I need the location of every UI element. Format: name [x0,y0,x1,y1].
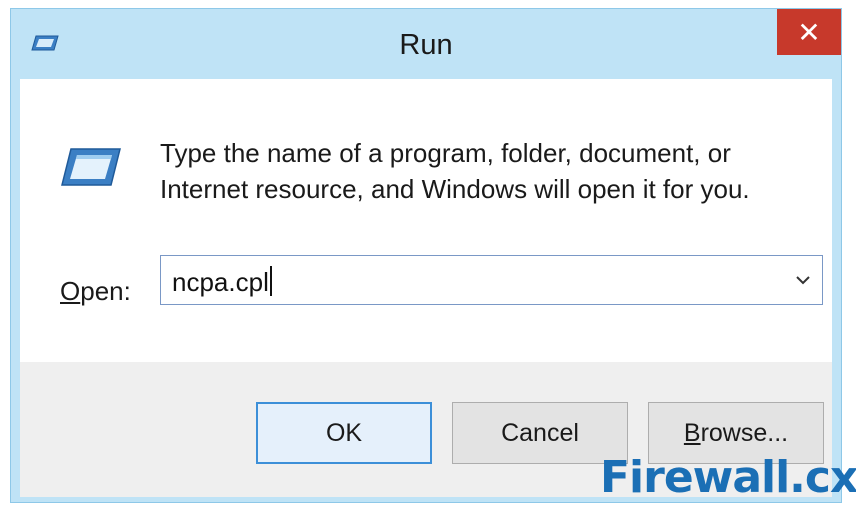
browse-label-rest: rowse... [700,418,789,447]
chevron-down-icon[interactable] [794,271,812,289]
open-combobox[interactable]: ncpa.cpl [160,255,823,305]
instruction-line-2: Internet resource, and Windows will open… [160,174,750,204]
instruction-text: Type the name of a program, folder, docu… [160,135,800,207]
open-input[interactable]: ncpa.cpl [172,266,272,298]
run-dialog-window: Run ✕ Type the name of a program, folder… [10,8,842,503]
dialog-client-area: Type the name of a program, folder, docu… [20,79,832,497]
title-bar[interactable]: Run ✕ [11,9,841,77]
close-button[interactable]: ✕ [777,9,841,55]
cancel-button-label: Cancel [501,418,579,447]
open-label-accelerator: O [60,276,81,306]
browse-accelerator: B [683,418,701,447]
run-app-icon [61,148,121,186]
browse-button-label: Browse... [684,419,788,448]
dialog-content: Type the name of a program, folder, docu… [20,79,832,362]
instruction-line-1: Type the name of a program, folder, docu… [160,138,731,168]
open-label-rest: pen: [80,276,131,306]
firewall-cx-watermark: Firewall.cx [600,452,856,503]
open-input-value: ncpa.cpl [172,267,269,297]
window-title: Run [399,29,453,61]
close-icon: ✕ [797,16,821,48]
open-label: Open: [60,276,131,307]
text-caret [269,266,272,296]
ok-button-label: OK [325,418,363,447]
ok-button[interactable]: OK [256,402,432,464]
